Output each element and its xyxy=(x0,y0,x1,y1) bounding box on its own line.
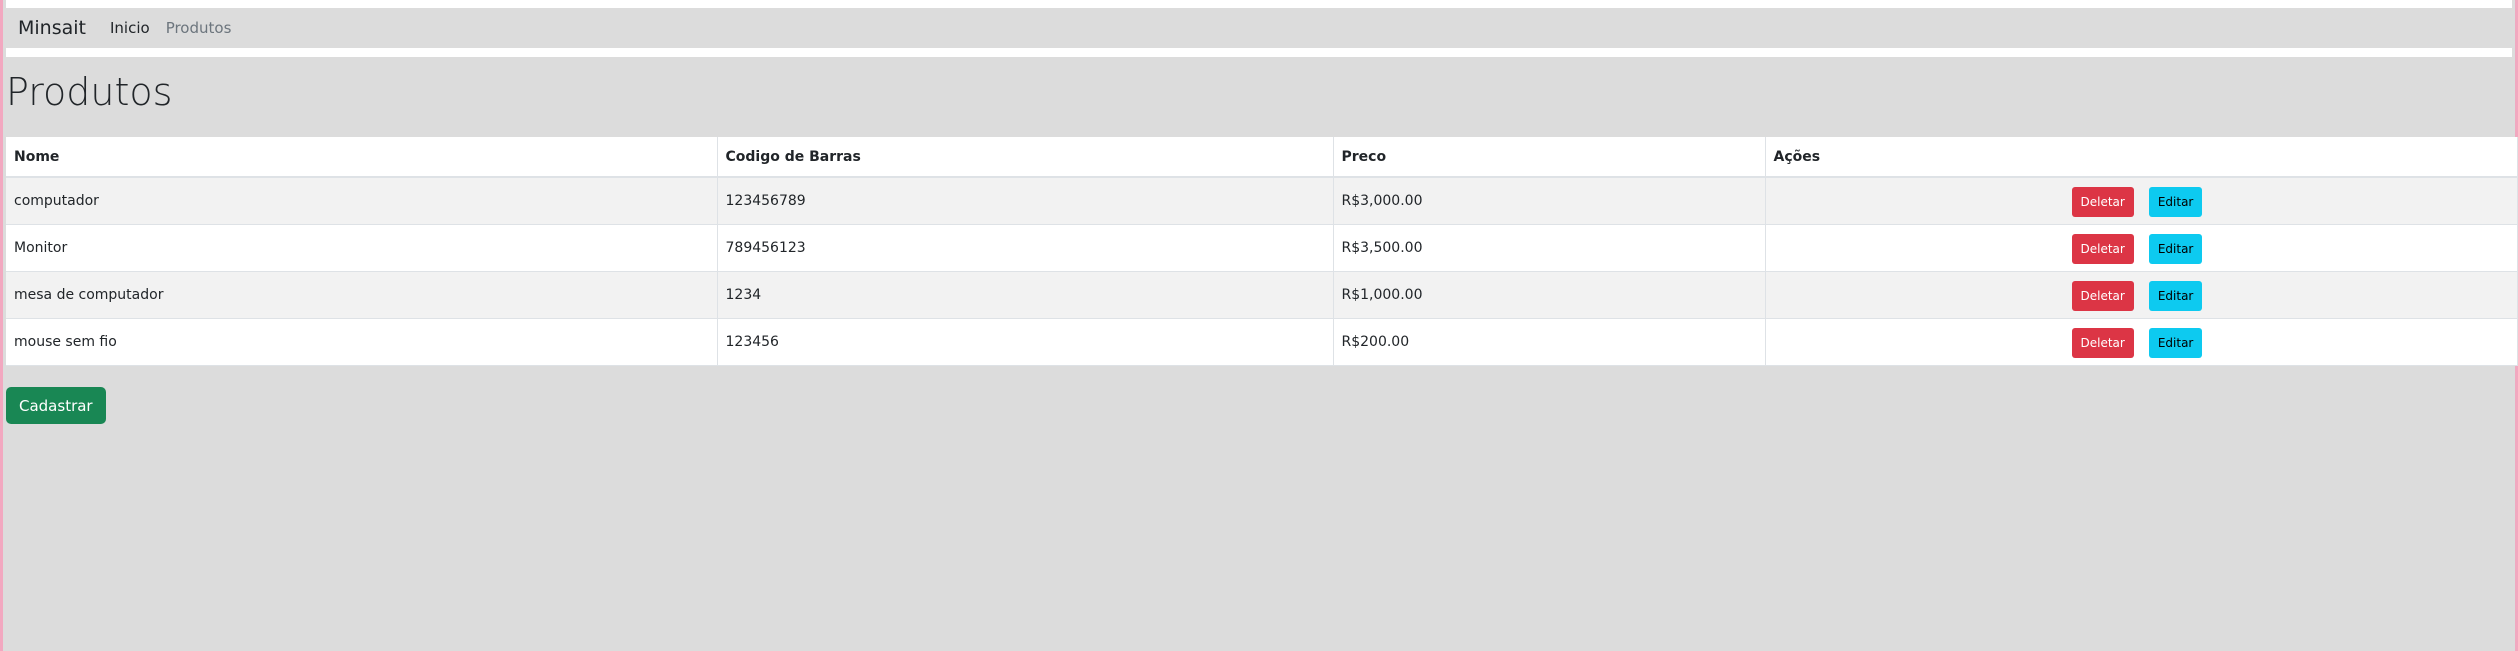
cell-codigo: 123456 xyxy=(717,318,1334,366)
nav-link-inicio[interactable]: Inicio xyxy=(110,19,150,37)
delete-button[interactable]: Deletar xyxy=(2071,280,2134,311)
cell-preco: R$3,000.00 xyxy=(1333,177,1766,225)
row-actions: Deletar Editar xyxy=(2071,233,2203,264)
header-acoes: Ações xyxy=(1765,137,2518,178)
delete-button[interactable]: Deletar xyxy=(2071,187,2134,217)
register-button[interactable]: Cadastrar xyxy=(6,387,106,424)
cell-nome: Monitor xyxy=(6,224,718,272)
nav-link-produtos[interactable]: Produtos xyxy=(166,19,232,37)
cell-codigo: 123456789 xyxy=(717,177,1334,225)
page-title: Produtos xyxy=(6,70,173,114)
cell-codigo: 789456123 xyxy=(717,224,1334,272)
cell-preco: R$200.00 xyxy=(1333,318,1766,366)
delete-button[interactable]: Deletar xyxy=(2071,327,2134,358)
header-nome: Nome xyxy=(6,137,718,178)
delete-button[interactable]: Deletar xyxy=(2071,233,2134,264)
cell-acoes: Deletar Editar xyxy=(1765,224,2518,272)
navbar-brand[interactable]: Minsait xyxy=(18,17,86,39)
cell-nome: mouse sem fio xyxy=(6,318,718,366)
row-actions: Deletar Editar xyxy=(2071,187,2203,217)
edit-button[interactable]: Editar xyxy=(2148,187,2203,217)
header-preco: Preco xyxy=(1333,137,1766,178)
edit-button[interactable]: Editar xyxy=(2148,280,2203,311)
products-table: Nome Codigo de Barras Preco Ações comput… xyxy=(6,137,2518,366)
table-row: mouse sem fio 123456 R$200.00 Deletar Ed… xyxy=(6,318,2518,366)
cell-nome: mesa de computador xyxy=(6,271,718,319)
cell-preco: R$1,000.00 xyxy=(1333,271,1766,319)
top-bar-strip xyxy=(6,0,2512,8)
table-row: Monitor 789456123 R$3,500.00 Deletar Edi… xyxy=(6,224,2518,272)
edit-button[interactable]: Editar xyxy=(2148,233,2203,264)
page-frame: Minsait Inicio Produtos Produtos Nome Co… xyxy=(0,0,2518,651)
row-actions: Deletar Editar xyxy=(2071,327,2203,358)
table-row: mesa de computador 1234 R$1,000.00 Delet… xyxy=(6,271,2518,319)
table-row: computador 123456789 R$3,000.00 Deletar … xyxy=(6,177,2518,225)
header-codigo: Codigo de Barras xyxy=(717,137,1334,178)
navbar: Minsait Inicio Produtos xyxy=(6,8,2512,48)
edit-button[interactable]: Editar xyxy=(2148,327,2203,358)
table-header-row: Nome Codigo de Barras Preco Ações xyxy=(6,137,2518,178)
cell-codigo: 1234 xyxy=(717,271,1334,319)
row-actions: Deletar Editar xyxy=(2071,280,2203,311)
cell-acoes: Deletar Editar xyxy=(1765,318,2518,366)
cell-nome: computador xyxy=(6,177,718,225)
cell-preco: R$3,500.00 xyxy=(1333,224,1766,272)
nav-divider xyxy=(6,48,2512,57)
cell-acoes: Deletar Editar xyxy=(1765,271,2518,319)
cell-acoes: Deletar Editar xyxy=(1765,177,2518,225)
